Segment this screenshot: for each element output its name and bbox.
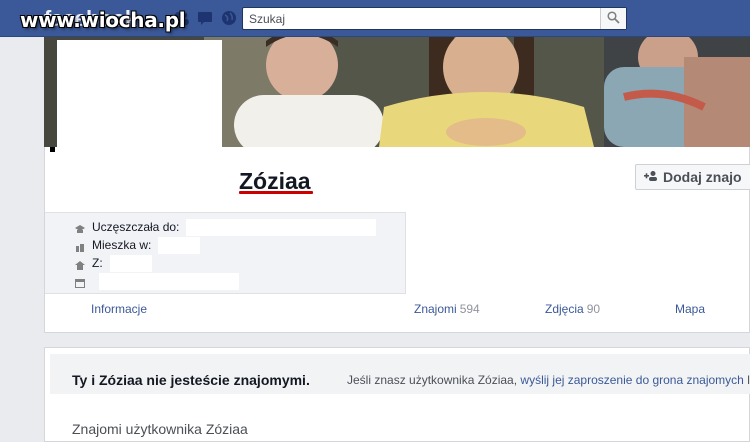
info-label-school: Uczęszczała do: xyxy=(92,220,180,234)
notice-prefix: Jeśli znasz użytkownika Zóziaa, xyxy=(347,373,521,387)
profile-picture[interactable] xyxy=(57,40,222,150)
add-friend-button[interactable]: Dodaj znajo xyxy=(635,164,750,190)
redacted-school xyxy=(186,218,377,236)
profile-tabs: Informacje Znajomi 594 Zdjęcia 90 Mapa xyxy=(45,302,750,320)
info-row-school: Uczęszczała do: xyxy=(75,218,377,236)
hometown-icon xyxy=(75,259,85,270)
school-icon xyxy=(75,223,85,233)
add-friend-icon xyxy=(644,169,658,185)
redacted-hometown xyxy=(109,254,152,272)
search-icon xyxy=(607,10,620,27)
tab-label: Informacje xyxy=(91,302,148,316)
not-friends-card: Ty i Zóziaa nie jesteście znajomymi. Jeś… xyxy=(44,347,750,442)
tab-zdjecia[interactable]: Zdjęcia 90 xyxy=(545,302,600,316)
send-friend-request-link[interactable]: wyślij jej zaproszenie do grona znajomyc… xyxy=(520,373,743,387)
profile-header-card: Zóziaa Dodaj znajo Uczęszczała do: Miesz… xyxy=(44,147,750,333)
not-friends-banner: Ty i Zóziaa nie jesteście znajomymi. Jeś… xyxy=(50,354,750,394)
profile-picture-corner-mark xyxy=(50,147,55,152)
not-friends-heading: Ty i Zóziaa nie jesteście znajomymi. xyxy=(72,372,310,388)
redacted-birthday xyxy=(99,272,239,290)
add-friend-label: Dodaj znajo xyxy=(663,169,742,185)
tab-znajomi[interactable]: Znajomi 594 xyxy=(414,302,480,316)
info-row-home: Mieszka w: xyxy=(75,236,201,254)
tab-informacje[interactable]: Informacje xyxy=(91,302,147,316)
name-annotation-underline xyxy=(239,191,313,194)
tab-count: 90 xyxy=(586,302,601,316)
not-friends-text: Jeśli znasz użytkownika Zóziaa, wyślij j… xyxy=(347,373,750,387)
tab-mapa[interactable]: Mapa xyxy=(675,302,705,316)
home-icon xyxy=(75,241,85,252)
notifications-globe-icon[interactable] xyxy=(220,10,238,26)
tab-count: 594 xyxy=(459,302,480,316)
search-box xyxy=(242,7,627,30)
info-label-hometown: Z: xyxy=(92,256,103,270)
calendar-icon xyxy=(75,277,85,288)
tab-label: Znajomi xyxy=(414,302,457,316)
info-row-birthday xyxy=(75,272,239,290)
messages-icon[interactable] xyxy=(196,10,214,26)
notice-suffix: lu xyxy=(747,373,750,387)
search-button[interactable] xyxy=(600,8,626,29)
profile-info-box: Uczęszczała do: Mieszka w: Z: xyxy=(45,212,406,294)
friends-section-title: Znajomi użytkownika Zóziaa xyxy=(72,421,248,437)
redacted-home xyxy=(158,236,201,254)
watermark-logo: www.wiocha.pl xyxy=(20,8,186,32)
info-label-home: Mieszka w: xyxy=(92,238,152,252)
tab-label: Zdjęcia xyxy=(545,302,584,316)
tab-label: Mapa xyxy=(675,302,706,316)
search-input[interactable] xyxy=(243,8,601,29)
info-row-hometown: Z: xyxy=(75,254,152,272)
